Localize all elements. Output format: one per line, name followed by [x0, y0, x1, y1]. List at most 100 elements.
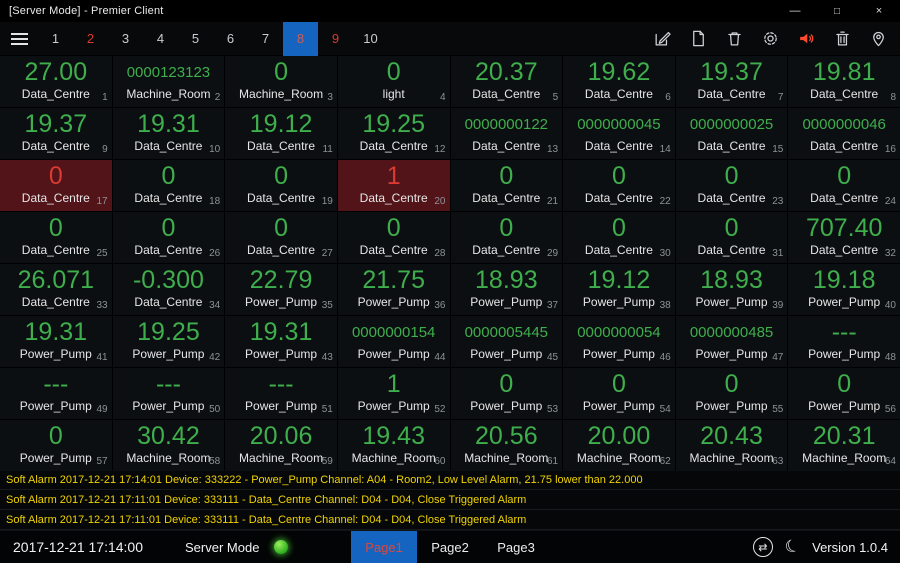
maximize-button[interactable]: □: [816, 0, 858, 22]
toolbar-tab-7[interactable]: 7: [248, 22, 283, 56]
tile-index: 41: [96, 352, 108, 363]
tile-value: 0: [274, 162, 289, 190]
tile[interactable]: -0.300 Data_Centre 34: [112, 264, 225, 315]
tile[interactable]: 19.62 Data_Centre 6: [563, 56, 675, 107]
tile[interactable]: 20.00 Machine_Room 62: [563, 420, 675, 471]
tile[interactable]: 0 Data_Centre 25: [0, 212, 112, 263]
tile[interactable]: 0000000485 Power_Pump 47: [675, 316, 788, 367]
tile[interactable]: 0 Data_Centre 23: [675, 160, 788, 211]
sync-icon[interactable]: ⇄: [752, 537, 773, 557]
tile[interactable]: 19.31 Power_Pump 41: [0, 316, 112, 367]
tile[interactable]: 19.25 Power_Pump 42: [112, 316, 225, 367]
tile[interactable]: 20.31 Machine_Room 64: [788, 420, 900, 471]
tile[interactable]: --- Power_Pump 50: [112, 368, 225, 419]
tile[interactable]: 30.42 Machine_Room 58: [112, 420, 225, 471]
tile[interactable]: 0 Power_Pump 57: [0, 420, 112, 471]
toolbar-tab-6[interactable]: 6: [213, 22, 248, 56]
page-tab-page2[interactable]: Page2: [417, 531, 483, 563]
tile[interactable]: 19.18 Power_Pump 40: [788, 264, 900, 315]
tile[interactable]: 20.06 Machine_Room 59: [225, 420, 337, 471]
tile[interactable]: 0 Data_Centre 19: [225, 160, 337, 211]
tile[interactable]: 19.31 Power_Pump 43: [225, 316, 337, 367]
tile[interactable]: 19.25 Data_Centre 12: [337, 108, 450, 159]
tile[interactable]: 0 Data_Centre 22: [563, 160, 675, 211]
tile[interactable]: 20.37 Data_Centre 5: [450, 56, 563, 107]
tile[interactable]: 0000000054 Power_Pump 46: [563, 316, 675, 367]
tile[interactable]: 1 Data_Centre 20: [337, 160, 450, 211]
tile[interactable]: 0 Data_Centre 17: [0, 160, 112, 211]
tile[interactable]: 0000000154 Power_Pump 44: [337, 316, 450, 367]
night-mode-icon[interactable]: ☾: [782, 535, 803, 559]
tile[interactable]: 0 Power_Pump 53: [450, 368, 563, 419]
tile[interactable]: 0000000045 Data_Centre 14: [563, 108, 675, 159]
tile[interactable]: 21.75 Power_Pump 36: [337, 264, 450, 315]
page-tab-page3[interactable]: Page3: [483, 531, 549, 563]
document-icon[interactable]: [684, 25, 712, 53]
tile-index: 47: [772, 352, 784, 363]
clear-alarms-icon[interactable]: [828, 25, 856, 53]
tile-label: Data_Centre: [21, 87, 90, 101]
tile[interactable]: 19.37 Data_Centre 7: [675, 56, 788, 107]
tile[interactable]: 19.12 Power_Pump 38: [563, 264, 675, 315]
location-icon[interactable]: [864, 25, 892, 53]
tile[interactable]: 0 Power_Pump 55: [675, 368, 788, 419]
tile[interactable]: 0000123123 Machine_Room 2: [112, 56, 225, 107]
tile[interactable]: 0000005445 Power_Pump 45: [450, 316, 563, 367]
window-title: [Server Mode] - Premier Client: [9, 5, 164, 17]
tile[interactable]: 18.93 Power_Pump 37: [450, 264, 563, 315]
tile-label: Data_Centre: [810, 243, 879, 257]
delete-icon[interactable]: [720, 25, 748, 53]
tile[interactable]: 18.93 Power_Pump 39: [675, 264, 788, 315]
tile-value: 0000000046: [802, 116, 886, 133]
tile[interactable]: 22.79 Power_Pump 35: [225, 264, 337, 315]
tile[interactable]: 19.43 Machine_Room 60: [337, 420, 450, 471]
close-button[interactable]: ×: [858, 0, 900, 22]
tile[interactable]: 0 Data_Centre 30: [563, 212, 675, 263]
tile[interactable]: 19.31 Data_Centre 10: [112, 108, 225, 159]
tile[interactable]: --- Power_Pump 51: [225, 368, 337, 419]
toolbar-tab-8[interactable]: 8: [283, 21, 318, 56]
toolbar-tab-3[interactable]: 3: [108, 22, 143, 56]
tile[interactable]: 0 Power_Pump 54: [563, 368, 675, 419]
tile[interactable]: 20.56 Machine_Room 61: [450, 420, 563, 471]
tile[interactable]: 27.00 Data_Centre 1: [0, 56, 112, 107]
alarm-row[interactable]: Soft Alarm 2017-12-21 17:11:01 Device: 3…: [0, 490, 900, 510]
tile[interactable]: 0 Data_Centre 27: [225, 212, 337, 263]
tile[interactable]: 0 light 4: [337, 56, 450, 107]
tile[interactable]: 0 Data_Centre 26: [112, 212, 225, 263]
toolbar-tab-1[interactable]: 1: [38, 22, 73, 56]
tile[interactable]: 26.071 Data_Centre 33: [0, 264, 112, 315]
tile[interactable]: 1 Power_Pump 52: [337, 368, 450, 419]
tile[interactable]: 0 Machine_Room 3: [225, 56, 337, 107]
tile[interactable]: 20.43 Machine_Room 63: [675, 420, 788, 471]
minimize-button[interactable]: —: [774, 0, 816, 22]
mute-alarm-icon[interactable]: [792, 25, 820, 53]
settings-icon[interactable]: [756, 25, 784, 53]
tile[interactable]: 0 Data_Centre 28: [337, 212, 450, 263]
toolbar-tab-9[interactable]: 9: [318, 22, 353, 56]
tile[interactable]: 0000000122 Data_Centre 13: [450, 108, 563, 159]
tile[interactable]: 707.40 Data_Centre 32: [788, 212, 900, 263]
edit-icon[interactable]: [648, 25, 676, 53]
alarm-row[interactable]: Soft Alarm 2017-12-21 17:11:01 Device: 3…: [0, 510, 900, 530]
tile[interactable]: --- Power_Pump 49: [0, 368, 112, 419]
tile[interactable]: 0 Power_Pump 56: [788, 368, 900, 419]
menu-icon[interactable]: [0, 22, 38, 56]
toolbar-tab-4[interactable]: 4: [143, 22, 178, 56]
page-tab-page1[interactable]: Page1: [351, 531, 417, 563]
tile[interactable]: 0000000025 Data_Centre 15: [675, 108, 788, 159]
tile[interactable]: 0 Data_Centre 31: [675, 212, 788, 263]
toolbar-tab-2[interactable]: 2: [73, 22, 108, 56]
toolbar-tab-5[interactable]: 5: [178, 22, 213, 56]
tile[interactable]: 19.12 Data_Centre 11: [225, 108, 337, 159]
alarm-row[interactable]: Soft Alarm 2017-12-21 17:14:01 Device: 3…: [0, 470, 900, 490]
tile[interactable]: 0 Data_Centre 29: [450, 212, 563, 263]
tile[interactable]: 0000000046 Data_Centre 16: [788, 108, 900, 159]
tile[interactable]: 19.37 Data_Centre 9: [0, 108, 112, 159]
tile[interactable]: 0 Data_Centre 24: [788, 160, 900, 211]
tile[interactable]: 19.81 Data_Centre 8: [788, 56, 900, 107]
tile[interactable]: 0 Data_Centre 18: [112, 160, 225, 211]
tile[interactable]: 0 Data_Centre 21: [450, 160, 563, 211]
toolbar-tab-10[interactable]: 10: [353, 22, 388, 56]
tile[interactable]: --- Power_Pump 48: [788, 316, 900, 367]
